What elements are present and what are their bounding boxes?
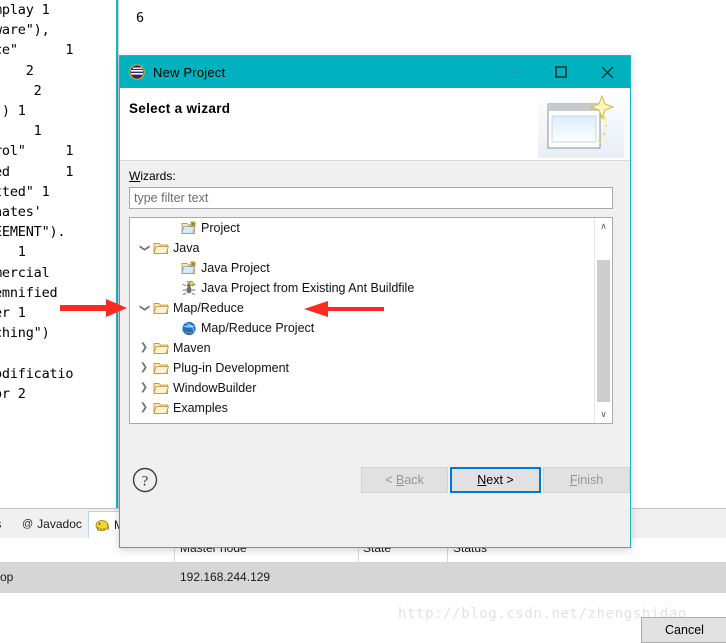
svg-text:?: ? <box>142 474 149 490</box>
cancel-button-label: Cancel <box>665 623 704 637</box>
next-button-label: Next > <box>477 473 514 487</box>
chevron-right-icon[interactable]: ❯ <box>136 338 152 358</box>
folder-open-icon <box>153 243 169 254</box>
tree-item-java[interactable]: ❯ Java <box>130 238 595 258</box>
dialog-body: Wizards: Project ❯ JavaJava Project Java Pr… <box>120 161 726 643</box>
wizards-label: Wizards: <box>129 169 176 183</box>
tree-item-label: Java Project from Existing Ant Buildfile <box>201 281 415 295</box>
tree-item-examples[interactable]: ❯ Examples <box>130 398 595 418</box>
close-icon <box>601 66 613 78</box>
folder-open-icon <box>153 303 169 314</box>
maximize-icon <box>555 66 567 78</box>
tree-item-windowbuilder[interactable]: ❯ WindowBuilder <box>130 378 595 398</box>
folder-open-icon <box>153 383 169 394</box>
cell-name: op <box>0 570 14 584</box>
ant-icon <box>182 281 196 295</box>
tree-item-label: Plug-in Development <box>173 361 290 375</box>
scrollbar-thumb[interactable] <box>597 260 610 402</box>
tree-item-label: Map/Reduce Project <box>201 321 315 335</box>
tree-item-label: Map/Reduce <box>173 301 244 315</box>
wizards-label-rest: izards: <box>140 169 176 183</box>
tab-projects[interactable]: ts <box>0 511 7 537</box>
tree-item-label: WindowBuilder <box>173 381 257 395</box>
tree-item-java-project[interactable]: Java Project <box>130 258 595 278</box>
folder-open-icon <box>152 381 170 395</box>
folder-open-icon <box>153 363 169 374</box>
wizard-tree-list: Project ❯ Java Java Project Java Project fro… <box>130 218 595 423</box>
tree-item-label: Java Project <box>201 261 270 275</box>
cancel-button[interactable]: Cancel <box>641 617 726 643</box>
tree-item-label: Java <box>173 241 200 255</box>
back-button-label: < Back <box>385 473 424 487</box>
mapreduce-globe-icon <box>180 321 198 336</box>
table-row[interactable]: op 192.168.244.129 <box>0 563 726 593</box>
finish-button[interactable]: Finish <box>543 467 630 493</box>
ant-icon <box>180 281 198 295</box>
chevron-right-icon[interactable]: ❯ <box>136 358 152 378</box>
filter-input[interactable] <box>129 187 613 209</box>
eclipse-logo-icon <box>129 64 145 80</box>
tree-item-label: Maven <box>173 341 211 355</box>
scroll-up-icon[interactable]: ∧ <box>595 218 612 235</box>
tree-item-plug-in-development[interactable]: ❯ Plug-in Development <box>130 358 595 378</box>
editor-code-text: mplay 1 ware"), ce" 1 " 2 2 ") 1 1 rol" … <box>0 2 74 402</box>
page-title: Select a wizard <box>129 101 231 116</box>
chevron-down-icon[interactable]: ❯ <box>134 240 154 256</box>
tab-projects-label: ts <box>0 517 1 531</box>
elephant-icon <box>95 519 109 531</box>
minimize-button[interactable] <box>492 56 538 88</box>
folder-open-icon <box>152 341 170 355</box>
folder-open-icon <box>152 241 170 255</box>
next-button[interactable]: Next > <box>450 467 541 493</box>
scroll-down-icon[interactable]: ∨ <box>595 406 612 423</box>
cell-master-node: 192.168.244.129 <box>180 570 271 584</box>
dialog-button-bar: ? < Back Next > Finish <box>120 458 630 504</box>
close-button[interactable] <box>584 56 630 88</box>
chevron-down-icon[interactable]: ❯ <box>134 300 154 316</box>
project-folder-icon <box>181 261 196 274</box>
maximize-button[interactable] <box>538 56 584 88</box>
minimize-icon <box>510 71 520 73</box>
wizards-label-accel: W <box>129 169 141 183</box>
wizard-banner-icon <box>538 90 624 158</box>
tree-scrollbar[interactable]: ∧ ∨ <box>594 218 612 423</box>
project-folder-icon <box>181 221 196 234</box>
tree-item-label: Examples <box>173 401 228 415</box>
help-button[interactable]: ? <box>131 466 159 494</box>
annotation-arrow-left <box>304 301 384 317</box>
project-folder-icon <box>180 221 198 235</box>
wizard-tree[interactable]: Project ❯ Java Java Project Java Project fro… <box>129 217 613 424</box>
dialog-title: New Project <box>153 64 226 80</box>
dialog-title-bar[interactable]: New Project <box>120 56 630 88</box>
chevron-right-icon[interactable]: ❯ <box>136 378 152 398</box>
mapreduce-globe-icon <box>182 321 196 335</box>
at-sign-icon: @ <box>22 518 34 530</box>
dialog-header: Select a wizard <box>120 88 630 161</box>
folder-open-icon <box>152 301 170 315</box>
tree-item-map-reduce-project[interactable]: Map/Reduce Project <box>130 318 595 338</box>
back-button[interactable]: < Back <box>361 467 448 493</box>
tab-javadoc-label: Javadoc <box>37 517 82 531</box>
folder-open-icon <box>152 401 170 415</box>
project-folder-icon <box>180 261 198 275</box>
chevron-right-icon[interactable]: ❯ <box>136 398 152 418</box>
tree-item-java-project-from-existing-ant-buildfile[interactable]: Java Project from Existing Ant Buildfile <box>130 278 595 298</box>
tree-item-maven[interactable]: ❯ Maven <box>130 338 595 358</box>
folder-open-icon <box>153 343 169 354</box>
editor-inline-number: 6 <box>136 10 145 26</box>
folder-open-icon <box>153 403 169 414</box>
tree-item-project[interactable]: Project <box>130 218 595 238</box>
cancel-button-wrapper: Cancel <box>641 617 726 643</box>
finish-button-label: Finish <box>569 473 604 487</box>
tree-item-label: Project <box>201 221 240 235</box>
folder-open-icon <box>152 361 170 375</box>
annotation-arrow-right <box>60 299 127 317</box>
tab-javadoc[interactable]: @ Javadoc <box>16 511 88 537</box>
